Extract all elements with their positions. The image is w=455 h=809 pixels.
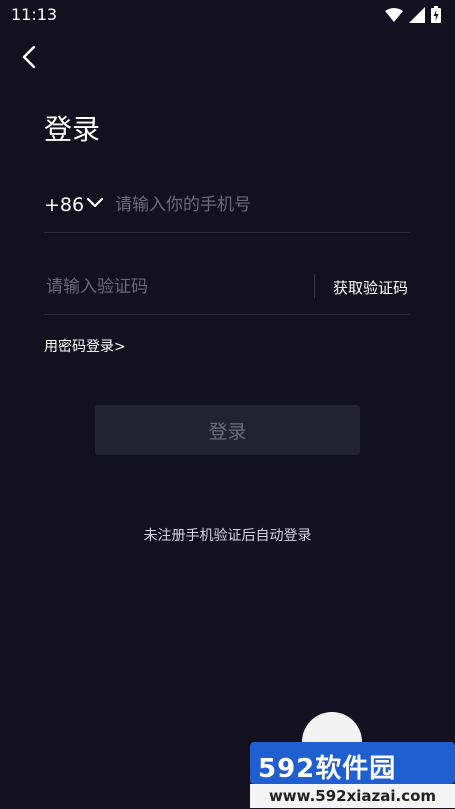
battery-charging-icon	[431, 6, 441, 23]
get-code-button[interactable]: 获取验证码	[333, 277, 408, 298]
status-bar: 11:13	[0, 0, 455, 30]
status-time: 11:13	[11, 5, 58, 24]
auto-register-note: 未注册手机验证后自动登录	[143, 528, 312, 544]
page-title: 登录	[44, 113, 101, 146]
code-divider	[314, 274, 315, 298]
status-icons	[385, 6, 441, 23]
wifi-icon	[385, 7, 403, 22]
password-login-link[interactable]: 用密码登录>	[44, 336, 126, 356]
country-code[interactable]: +86	[44, 194, 84, 216]
back-button[interactable]	[16, 42, 44, 72]
watermark-url: www.592xiazai.com	[250, 784, 455, 808]
phone-input[interactable]	[113, 188, 407, 222]
watermark-banner: 592软件园	[250, 742, 455, 784]
chevron-down-icon[interactable]	[86, 196, 104, 210]
phone-row: +86	[44, 184, 410, 233]
code-input[interactable]	[44, 270, 308, 304]
watermark: 592软件园 www.592xiazai.com	[250, 712, 455, 809]
login-button[interactable]: 登录	[95, 405, 360, 455]
watermark-brand: 592软件园	[258, 754, 397, 784]
signal-icon	[409, 6, 425, 23]
chevron-left-icon	[22, 45, 36, 69]
code-row: 获取验证码	[44, 266, 410, 315]
